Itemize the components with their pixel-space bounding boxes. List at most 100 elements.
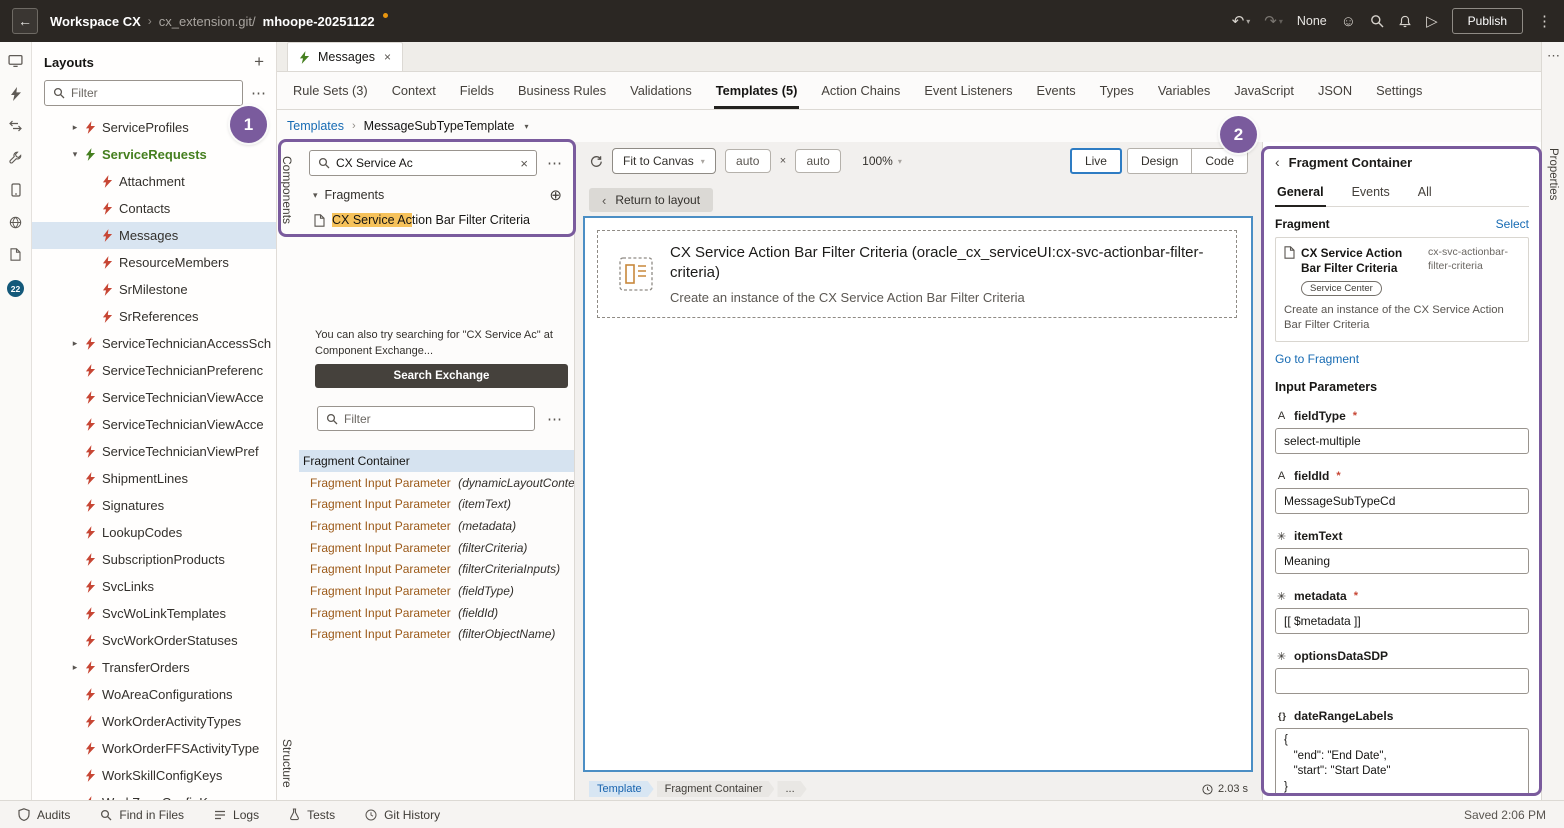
tree-expanded-arrow-icon[interactable]: ▾ [70, 149, 80, 160]
app-uis-monitor-icon[interactable] [8, 54, 23, 68]
tab-messages[interactable]: Messages × [287, 42, 403, 71]
layout-tree-item-transferorders[interactable]: ▸ TransferOrders [32, 654, 276, 681]
layout-tree-item-svcworkorderstatuses[interactable]: SvcWorkOrderStatuses [32, 627, 276, 654]
structure-item-metadata[interactable]: Fragment Input Parameter (metadata) [299, 515, 574, 537]
structure-menu-icon[interactable]: ⋯ [547, 410, 562, 428]
preview-play-icon[interactable]: ▷ [1426, 12, 1438, 30]
statusbar-item-tests[interactable]: Tests [289, 808, 335, 822]
source-file-icon[interactable] [10, 248, 21, 261]
param-optionsdatasdp-input[interactable] [1275, 668, 1529, 695]
mobile-device-icon[interactable] [10, 183, 21, 197]
tab-settings[interactable]: Settings [1364, 72, 1434, 109]
breadcrumb-dropdown-caret-icon[interactable]: ▾ [524, 122, 528, 131]
redo-button[interactable]: ↷ ▾ [1264, 12, 1283, 30]
search-icon[interactable] [1370, 14, 1384, 28]
components-menu-icon[interactable]: ⋯ [547, 154, 562, 172]
tab-context[interactable]: Context [380, 72, 448, 109]
param-itemtext-input[interactable] [1275, 548, 1529, 575]
redo-caret-icon[interactable]: ▾ [1279, 17, 1283, 26]
layout-tree-item-signatures[interactable]: Signatures [32, 492, 276, 519]
layouts-filter-box[interactable] [44, 80, 243, 106]
tab-general[interactable]: General [1275, 179, 1326, 207]
layouts-menu-icon[interactable]: ⋯ [251, 84, 266, 102]
canvas-breadcrumb-template[interactable]: Template [589, 781, 654, 797]
tab-validations[interactable]: Validations [618, 72, 704, 109]
components-search-input[interactable] [336, 156, 515, 170]
canvas-height-input[interactable]: auto [795, 149, 842, 173]
tab-events[interactable]: Events [1350, 179, 1392, 206]
fit-to-canvas-dropdown[interactable]: Fit to Canvas ▾ [612, 148, 716, 174]
tab-rule-sets-3[interactable]: Rule Sets (3) [281, 72, 380, 109]
go-to-fragment-link[interactable]: Go to Fragment [1275, 352, 1359, 366]
layout-tree-item-workzoneconfigkeys[interactable]: WorkZoneConfigKeys [32, 789, 276, 800]
layout-tree-item-lookupcodes[interactable]: LookupCodes [32, 519, 276, 546]
publish-button[interactable]: Publish [1451, 8, 1523, 34]
search-exchange-button[interactable]: Search Exchange [315, 364, 568, 388]
structure-item-fieldid[interactable]: Fragment Input Parameter (fieldId) [299, 602, 574, 624]
tab-types[interactable]: Types [1088, 72, 1146, 109]
layout-tree-item-attachment[interactable]: Attachment [32, 168, 276, 195]
layouts-filter-input[interactable] [71, 86, 234, 100]
sandbox-selector[interactable]: None [1297, 14, 1327, 28]
layout-tree-item-servicetechnicianaccesssch[interactable]: ▸ ServiceTechnicianAccessSch [32, 330, 276, 357]
breadcrumb-templates-link[interactable]: Templates [287, 119, 344, 133]
structure-item-filtercriteria[interactable]: Fragment Input Parameter (filterCriteria… [299, 537, 574, 559]
design-mode-button[interactable]: Design [1126, 148, 1192, 174]
param-daterangelabels-input[interactable] [1275, 728, 1529, 797]
exchange-swap-icon[interactable] [9, 120, 22, 132]
tab-business-rules[interactable]: Business Rules [506, 72, 618, 109]
structure-item-fieldtype[interactable]: Fragment Input Parameter (fieldType) [299, 580, 574, 602]
web-globe-icon[interactable] [9, 216, 22, 229]
clear-search-icon[interactable]: × [520, 156, 528, 171]
layout-tree-item-contacts[interactable]: Contacts [32, 195, 276, 222]
select-fragment-link[interactable]: Select [1496, 217, 1529, 231]
layout-tree-item-woareaconfigurations[interactable]: WoAreaConfigurations [32, 681, 276, 708]
components-vertical-tab[interactable]: Components [280, 156, 294, 224]
structure-item-filterobjectname[interactable]: Fragment Input Parameter (filterObjectNa… [299, 624, 574, 646]
header-overflow-menu-icon[interactable]: ⋮ [1537, 12, 1552, 30]
layout-tree-item-servicetechnicianviewacce[interactable]: ServiceTechnicianViewAcce [32, 411, 276, 438]
undo-button[interactable]: ↶ ▾ [1232, 12, 1251, 30]
close-tab-icon[interactable]: × [384, 50, 391, 64]
param-metadata-input[interactable] [1275, 608, 1529, 635]
panel-overflow-menu-icon[interactable]: ⋯ [1547, 48, 1560, 64]
tab-events[interactable]: Events [1025, 72, 1088, 109]
structure-filter-input[interactable] [344, 411, 526, 426]
live-mode-button[interactable]: Live [1069, 148, 1122, 174]
layout-tree-item-svclinks[interactable]: SvcLinks [32, 573, 276, 600]
canvas-breadcrumb-fragment-container[interactable]: Fragment Container [657, 781, 775, 797]
tree-collapsed-arrow-icon[interactable]: ▸ [70, 122, 80, 133]
add-layout-icon[interactable]: + [254, 52, 264, 72]
structure-item-dynamiclayoutcontext[interactable]: Fragment Input Parameter (dynamicLayoutC… [299, 472, 574, 494]
statusbar-item-find-in-files[interactable]: Find in Files [100, 808, 184, 822]
statusbar-item-git-history[interactable]: Git History [365, 808, 440, 822]
layout-tree-item-subscriptionproducts[interactable]: SubscriptionProducts [32, 546, 276, 573]
statusbar-item-logs[interactable]: Logs [214, 808, 259, 822]
notifications-bell-icon[interactable] [1398, 14, 1412, 29]
fragments-collapse-icon[interactable]: ▾ [313, 190, 318, 201]
layout-tree-item-workskillconfigkeys[interactable]: WorkSkillConfigKeys [32, 762, 276, 789]
structure-vertical-tab[interactable]: Structure [280, 739, 294, 788]
layout-tree-item-servicetechnicianviewpref[interactable]: ServiceTechnicianViewPref [32, 438, 276, 465]
layout-tree-item-shipmentlines[interactable]: ShipmentLines [32, 465, 276, 492]
properties-vertical-tab[interactable]: Properties [1547, 148, 1559, 200]
return-to-layout-button[interactable]: ‹ Return to layout [589, 188, 714, 212]
fragment-placeholder[interactable]: CX Service Action Bar Filter Criteria (o… [597, 230, 1237, 318]
layout-tree-item-servicetechnicianviewacce[interactable]: ServiceTechnicianViewAcce [32, 384, 276, 411]
workspace-name[interactable]: Workspace CX [50, 14, 141, 29]
fragment-search-result[interactable]: CX Service Action Bar Filter Criteria [314, 213, 530, 227]
tools-wrench-icon[interactable] [9, 151, 22, 164]
updates-badge-icon[interactable]: 22 [7, 280, 24, 297]
layout-tree-item-servicetechnicianpreferenc[interactable]: ServiceTechnicianPreferenc [32, 357, 276, 384]
refresh-canvas-icon[interactable] [589, 154, 603, 168]
canvas-breadcrumb-[interactable]: ... [777, 781, 806, 797]
tree-collapsed-arrow-icon[interactable]: ▸ [70, 662, 80, 673]
layout-tree-item-resourcemembers[interactable]: ResourceMembers [32, 249, 276, 276]
tab-templates-5[interactable]: Templates (5) [704, 72, 810, 109]
properties-back-chevron-icon[interactable]: ‹ [1275, 154, 1280, 170]
design-canvas[interactable]: CX Service Action Bar Filter Criteria (o… [583, 216, 1253, 772]
tab-javascript[interactable]: JavaScript [1222, 72, 1306, 109]
tree-collapsed-arrow-icon[interactable]: ▸ [70, 338, 80, 349]
layout-tree-item-workorderffsactivitytype[interactable]: WorkOrderFFSActivityType [32, 735, 276, 762]
tab-variables[interactable]: Variables [1146, 72, 1222, 109]
